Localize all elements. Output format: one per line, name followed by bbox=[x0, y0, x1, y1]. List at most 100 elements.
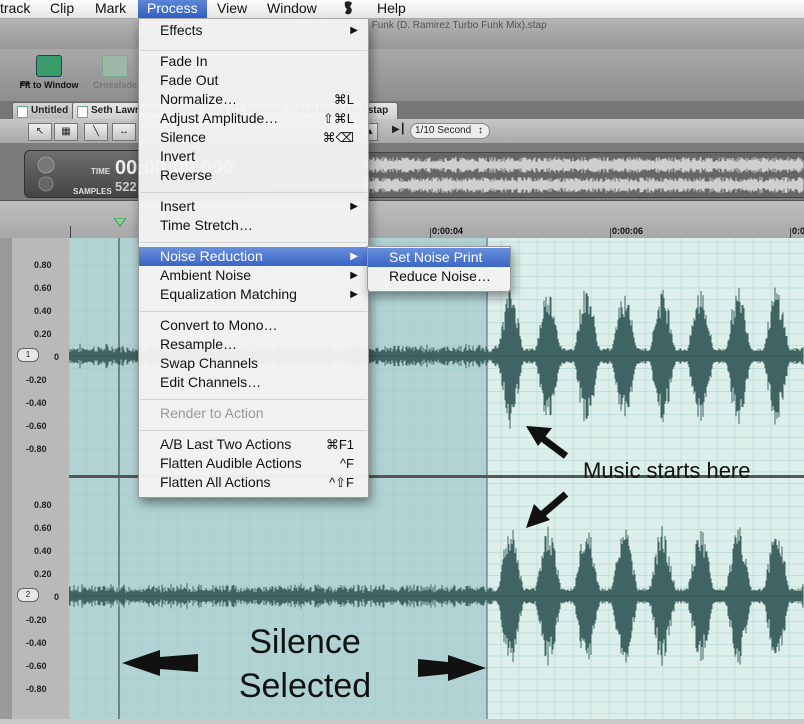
axis-label: -0.40 bbox=[26, 638, 47, 648]
menu-item-reverse[interactable]: Reverse bbox=[139, 166, 368, 185]
menu-process[interactable]: Process bbox=[138, 0, 207, 18]
menu-mark[interactable]: Mark bbox=[86, 0, 135, 18]
submenu-arrow-icon: ▶ bbox=[350, 25, 358, 36]
axis-label: -0.80 bbox=[26, 684, 47, 694]
menu-bar: track Clip Mark Process View Window Help bbox=[0, 0, 804, 19]
timeline-ruler[interactable]: 0:00:04 0:00:06 0:0 bbox=[0, 201, 804, 239]
shortcut-flatten-all: ^⇧F bbox=[329, 475, 354, 490]
menu-item-edit-channels[interactable]: Edit Channels… bbox=[139, 373, 368, 392]
menu-item-time-stretch[interactable]: Time Stretch… bbox=[139, 216, 368, 235]
submenu-arrow-icon: ▶ bbox=[350, 289, 358, 300]
samples-label: SAMPLES bbox=[73, 187, 112, 196]
axis-label: -0.60 bbox=[26, 661, 47, 671]
menu-item-convert-to-mono-label: Convert to Mono… bbox=[160, 317, 278, 333]
menu-item-set-noise-print[interactable]: Set Noise Print bbox=[368, 248, 510, 267]
pencil-tool-icon[interactable]: ╲ bbox=[84, 123, 108, 141]
axis-label: -0.40 bbox=[26, 398, 47, 408]
marquee-tool-icon[interactable]: ▦ bbox=[54, 123, 78, 141]
skip-icon: ▶┃ bbox=[392, 124, 406, 135]
menu-separator bbox=[140, 430, 367, 431]
crossfade-label: Crossfade bbox=[92, 80, 137, 90]
menu-item-resample[interactable]: Resample… bbox=[139, 335, 368, 354]
menu-item-fade-in[interactable]: Fade In bbox=[139, 52, 368, 71]
toolbar: er Fit to Window Crossfade bbox=[0, 49, 804, 101]
document-tabs: Untitled Seth Lawrence - Arrure Funk (D.… bbox=[0, 101, 804, 119]
menu-item-render-to-action-label: Render to Action bbox=[160, 405, 264, 421]
axis-label: 0.60 bbox=[34, 283, 52, 293]
submenu-arrow-icon: ▶ bbox=[350, 201, 358, 212]
menu-help[interactable]: Help bbox=[368, 0, 415, 18]
menu-item-insert[interactable]: Insert ▶ bbox=[139, 197, 368, 216]
clock-icon bbox=[37, 156, 55, 192]
menu-item-ambient-noise-label: Ambient Noise bbox=[160, 267, 252, 283]
menu-clip[interactable]: Clip bbox=[41, 0, 83, 18]
menu-item-flatten-audible-actions[interactable]: Flatten Audible Actions ^F bbox=[139, 454, 368, 473]
axis-label: -0.80 bbox=[26, 444, 47, 454]
channel-2-label[interactable]: 2 bbox=[17, 588, 39, 602]
menu-window[interactable]: Window bbox=[258, 0, 326, 18]
axis-label: 0.60 bbox=[34, 523, 52, 533]
annotation-silence-line1: Silence bbox=[249, 623, 361, 661]
script-icon-glyph bbox=[344, 1, 352, 15]
menu-item-reverse-label: Reverse bbox=[160, 167, 213, 183]
axis-label: 0.40 bbox=[34, 306, 52, 316]
arrow-tool-icon[interactable]: ↖ bbox=[28, 123, 52, 141]
scrub-tool-icon[interactable]: ↔ bbox=[112, 123, 136, 141]
menu-item-fade-in-label: Fade In bbox=[160, 53, 208, 69]
menu-track[interactable]: track bbox=[0, 0, 39, 18]
menu-item-equalization-matching[interactable]: Equalization Matching ▶ bbox=[139, 285, 368, 304]
menu-separator bbox=[140, 192, 367, 193]
menu-item-ab-last-two-actions-label: A/B Last Two Actions bbox=[160, 436, 292, 452]
submenu-arrow-icon: ▶ bbox=[350, 270, 358, 281]
menu-item-convert-to-mono[interactable]: Convert to Mono… bbox=[139, 316, 368, 335]
menu-item-silence[interactable]: Silence ⌘⌫ bbox=[139, 128, 368, 147]
menu-item-invert-label: Invert bbox=[160, 148, 196, 164]
menu-item-adjust-amplitude[interactable]: Adjust Amplitude… ⇧⌘L bbox=[139, 109, 368, 128]
menu-item-fade-out-label: Fade Out bbox=[160, 72, 219, 88]
menu-item-swap-channels[interactable]: Swap Channels bbox=[139, 354, 368, 373]
shortcut-flatten-audible: ^F bbox=[339, 456, 354, 471]
fit-to-window-label: Fit to Window bbox=[19, 80, 79, 90]
menu-item-effects-label: Effects bbox=[160, 22, 203, 38]
menu-item-fade-out[interactable]: Fade Out bbox=[139, 71, 368, 90]
menu-item-ab-last-two-actions[interactable]: A/B Last Two Actions ⌘F1 bbox=[139, 435, 368, 454]
annotation-silence-selected: Silence Selected bbox=[205, 620, 405, 708]
menu-item-normalize-label: Normalize… bbox=[160, 91, 238, 107]
menu-item-noise-reduction[interactable]: Noise Reduction ▶ bbox=[139, 247, 368, 266]
snap-value-label: 1/10 Second bbox=[415, 125, 472, 136]
menu-item-reduce-noise[interactable]: Reduce Noise… bbox=[368, 267, 510, 286]
shortcut-silence: ⌘⌫ bbox=[322, 130, 354, 145]
axis-label: 0 bbox=[54, 352, 60, 362]
menu-view[interactable]: View bbox=[208, 0, 256, 18]
ruler-tick bbox=[430, 228, 431, 238]
menu-item-ambient-noise[interactable]: Ambient Noise ▶ bbox=[139, 266, 368, 285]
menu-item-effects[interactable]: Effects ▶ bbox=[139, 21, 368, 40]
playhead-marker-icon[interactable] bbox=[114, 218, 126, 228]
snap-value-select[interactable]: 1/10 Second ↕ bbox=[410, 123, 490, 139]
menu-separator bbox=[140, 242, 367, 243]
menu-item-adjust-amplitude-label: Adjust Amplitude… bbox=[160, 110, 279, 126]
menu-item-flatten-all-actions-label: Flatten All Actions bbox=[160, 474, 271, 490]
submenu-arrow-icon: ▶ bbox=[350, 251, 358, 262]
fit-to-window-button[interactable]: Fit to Window bbox=[16, 55, 82, 90]
menu-item-time-stretch-label: Time Stretch… bbox=[160, 217, 253, 233]
axis-label: -0.20 bbox=[26, 375, 47, 385]
axis-label: 0.80 bbox=[34, 260, 52, 270]
shortcut-normalize: ⌘L bbox=[333, 92, 354, 107]
axis-label: 0.40 bbox=[34, 546, 52, 556]
channel-1-label[interactable]: 1 bbox=[17, 348, 39, 362]
menu-item-normalize[interactable]: Normalize… ⌘L bbox=[139, 90, 368, 109]
menu-item-invert[interactable]: Invert bbox=[139, 147, 368, 166]
script-icon[interactable] bbox=[333, 0, 365, 18]
menu-item-reduce-noise-label: Reduce Noise… bbox=[389, 268, 491, 284]
tab-untitled-label: Untitled bbox=[31, 105, 69, 116]
axis-label: 0 bbox=[54, 592, 60, 602]
menu-item-flatten-all-actions[interactable]: Flatten All Actions ^⇧F bbox=[139, 473, 368, 492]
menu-item-edit-channels-label: Edit Channels… bbox=[160, 374, 262, 390]
axis-label: 0.20 bbox=[34, 569, 52, 579]
ruler-label-4s: 0:00:04 bbox=[432, 226, 464, 236]
tab-untitled[interactable]: Untitled bbox=[12, 102, 76, 119]
menu-item-set-noise-print-label: Set Noise Print bbox=[389, 249, 483, 265]
samples-value: 522 bbox=[115, 179, 137, 194]
menu-item-equalization-matching-label: Equalization Matching bbox=[160, 286, 297, 302]
